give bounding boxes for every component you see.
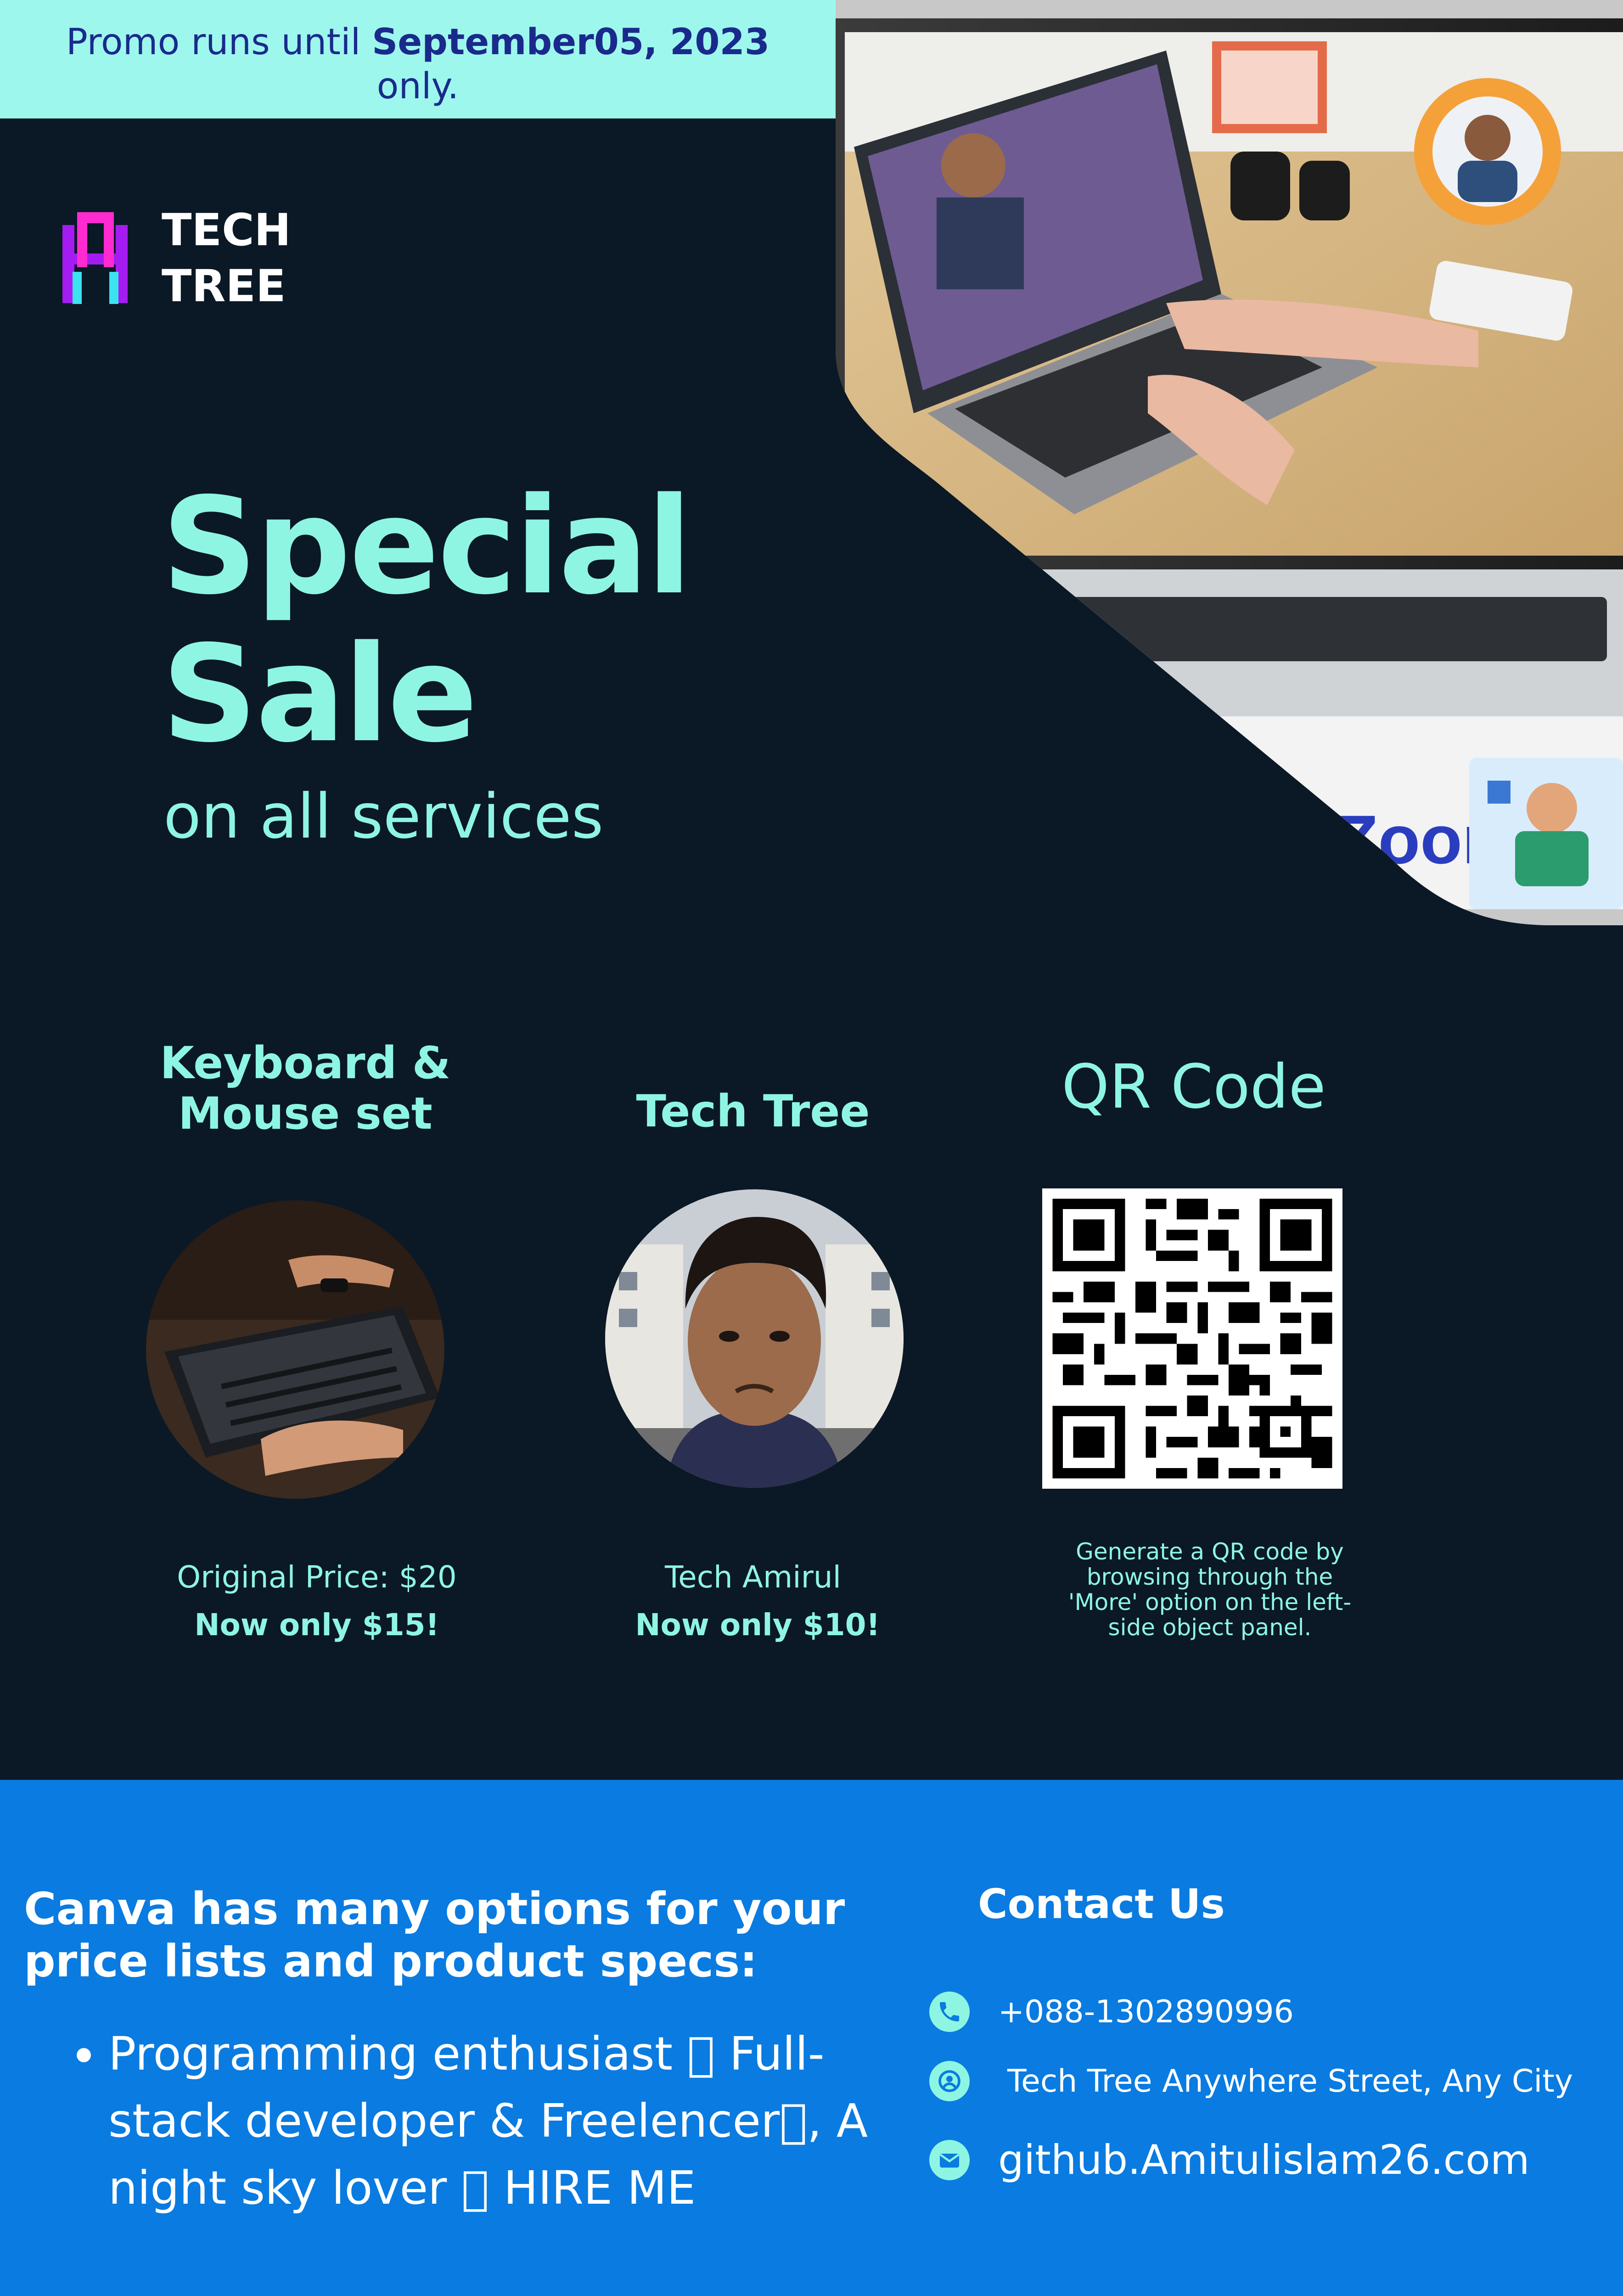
qr-note: Generate a QR code by browsing through t… <box>1068 1538 1352 1641</box>
footer-title: Canva has many options for your price li… <box>24 1883 845 1987</box>
flyer: Promo runs until September05, 2023 only. <box>0 0 1623 2296</box>
contact-phone-text[interactable]: +088-1302890996 <box>998 1994 1294 2030</box>
hero-photo: Zoom <box>836 0 1623 925</box>
keyboard-photo <box>146 1200 444 1499</box>
contact-title: Contact Us <box>978 1880 1225 1928</box>
product-2-name: Tech Amirul <box>665 1559 841 1595</box>
contact-web-link[interactable]: github.Amitulislam26.com <box>998 2136 1530 2183</box>
contact-address-text: Tech Tree Anywhere Street, Any City <box>1007 2063 1573 2099</box>
product-1-offer: Now only $15! <box>194 1607 439 1643</box>
contact-address: Tech Tree Anywhere Street, Any City <box>929 2061 1573 2101</box>
product-1-title-line-1: Keyboard & <box>160 1037 451 1089</box>
product-2-offer: Now only $10! <box>635 1607 880 1643</box>
brand-line-1: TECH <box>162 204 291 256</box>
product-2-title: Tech Tree <box>636 1086 870 1137</box>
product-1-title: Keyboard & Mouse set <box>115 1038 496 1139</box>
location-icon <box>929 2061 970 2101</box>
brand-name: TECH TREE <box>162 202 291 314</box>
headline-subtitle: on all services <box>163 781 604 852</box>
headline: Special Sale <box>162 469 692 772</box>
headline-line-1: Special <box>162 469 692 624</box>
promo-banner: Promo runs until September05, 2023 only. <box>0 0 836 118</box>
bullet-list: Programming enthusiast 􏰀 Full-stack deve… <box>55 2020 935 2222</box>
list-item: Programming enthusiast 􏰀 Full-stack deve… <box>108 2020 935 2222</box>
profile-photo <box>605 1189 904 1488</box>
logo-icon <box>59 212 132 304</box>
brand-line-2: TREE <box>162 260 286 312</box>
product-1-original-price: Original Price: $20 <box>177 1559 457 1595</box>
product-1-title-line-2: Mouse set <box>178 1088 432 1139</box>
promo-date: September05, 2023 <box>372 22 770 63</box>
promo-suffix: only. <box>376 66 459 107</box>
mail-icon <box>929 2139 970 2180</box>
contact-web: github.Amitulislam26.com <box>929 2136 1530 2183</box>
contact-phone: +088-1302890996 <box>929 1992 1294 2032</box>
phone-icon <box>929 1992 970 2032</box>
qr-code[interactable] <box>1042 1188 1342 1489</box>
qr-title: QR Code <box>1061 1052 1326 1122</box>
headline-line-2: Sale <box>162 617 478 772</box>
promo-prefix: Promo runs until <box>66 22 372 63</box>
